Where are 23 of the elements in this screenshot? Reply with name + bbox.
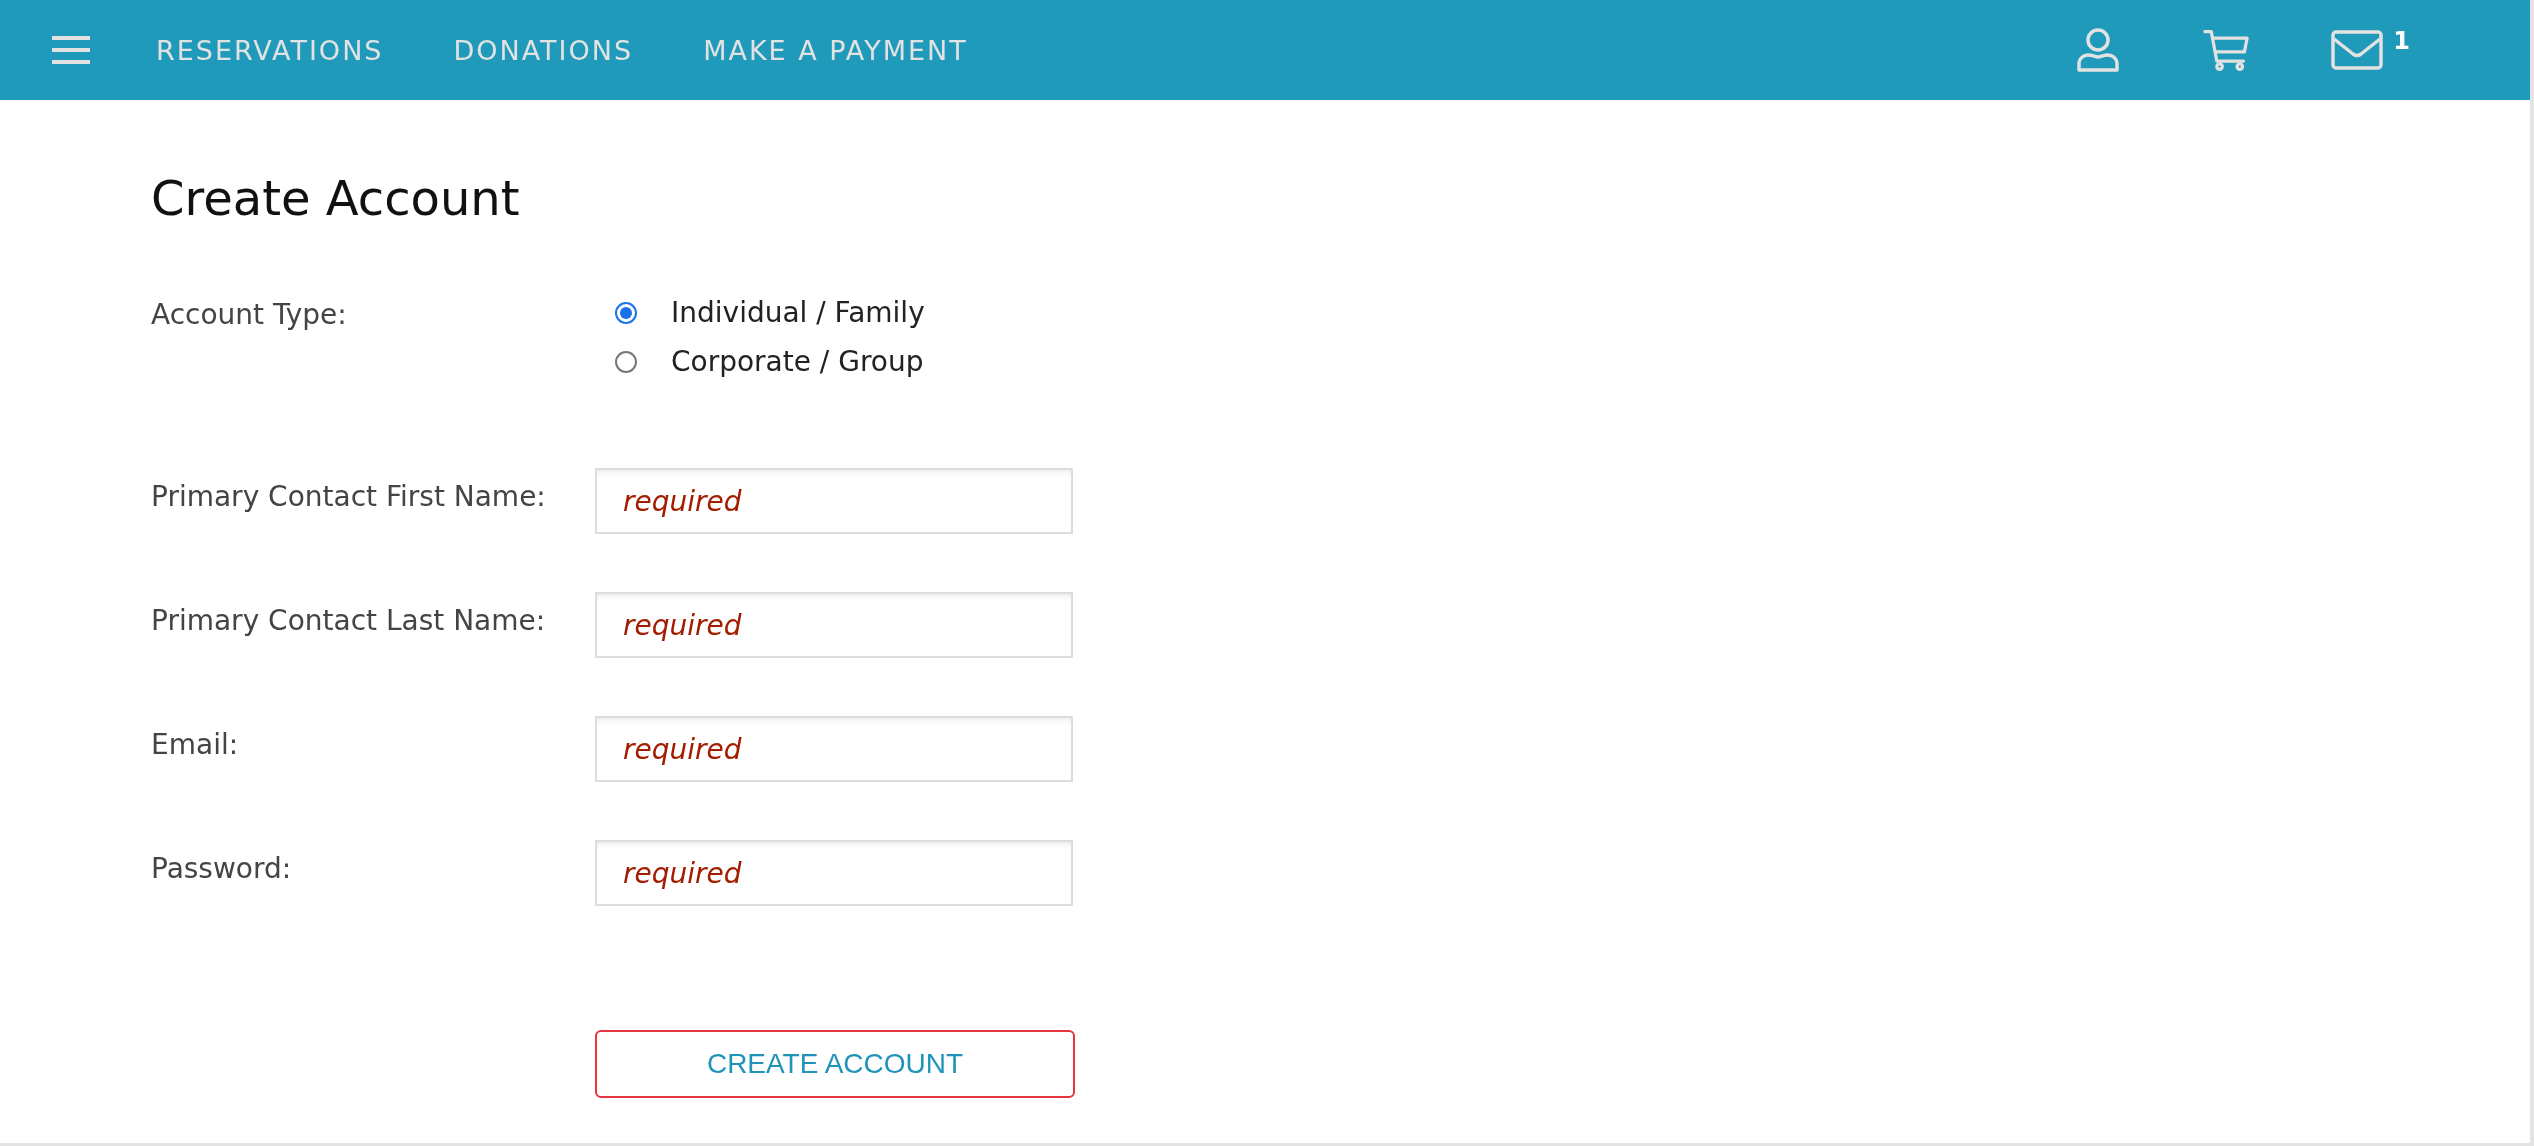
nav-link[interactable]: RESERVATIONS	[156, 34, 384, 66]
field-label: Email:	[151, 727, 240, 761]
input-field[interactable]: required	[595, 716, 1073, 782]
field-label: Primary Contact Last Name:	[151, 603, 547, 637]
input-field[interactable]: required	[595, 840, 1073, 906]
field-label: Primary Contact First Name:	[151, 479, 547, 513]
radio-label[interactable]: Corporate / Group	[671, 345, 924, 378]
menu-icon[interactable]	[52, 35, 90, 65]
radio-button[interactable]	[615, 301, 637, 324]
nav-link[interactable]: DONATIONS	[453, 34, 634, 66]
radio-label[interactable]: Individual / Family	[671, 296, 925, 329]
field-label: Account Type:	[151, 297, 348, 331]
input-field[interactable]: required	[595, 468, 1073, 534]
create-account-button[interactable]: CREATE ACCOUNT	[595, 1030, 1075, 1098]
user-icon[interactable]	[2075, 27, 2122, 73]
input-field[interactable]: required	[595, 592, 1073, 658]
cart-icon[interactable]	[2203, 27, 2250, 73]
page-title: Create Account	[151, 170, 521, 226]
radio-button[interactable]	[615, 350, 637, 373]
message-count: 1	[2393, 27, 2410, 55]
mail-icon[interactable]	[2331, 27, 2384, 73]
nav-link[interactable]: MAKE A PAYMENT	[703, 34, 968, 66]
field-label: Password:	[151, 851, 293, 885]
